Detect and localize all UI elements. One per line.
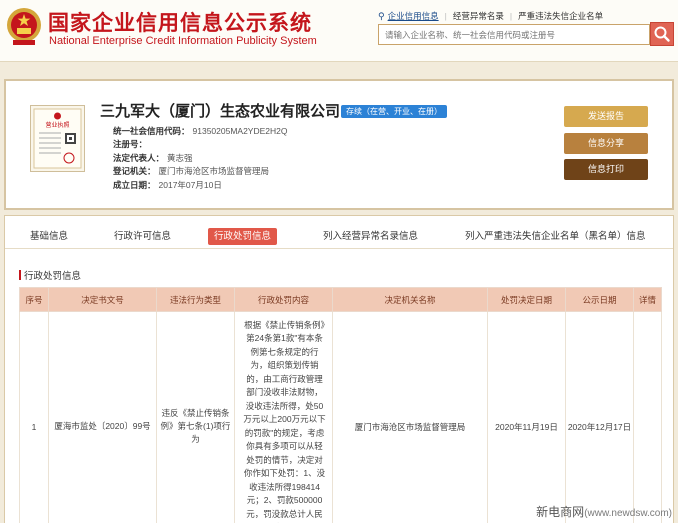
info-reg-no: 注册号： <box>113 139 148 150</box>
cell-decision-date: 2020年11月19日 <box>487 311 566 523</box>
table-header-row: 序号 决定书文号 违法行为类型 行政处罚内容 决定机关名称 处罚决定日期 公示日… <box>19 287 662 312</box>
nav-blacklist[interactable]: 严重违法失信企业名单 <box>518 10 603 22</box>
nav-enterprise-credit[interactable]: 企业信用信息 <box>388 10 439 22</box>
national-emblem-icon <box>7 8 41 45</box>
cell-violation: 违反《禁止传销条例》第七条(1)项行为 <box>156 311 235 523</box>
tab-basic-info[interactable]: 基础信息 <box>24 228 74 245</box>
send-report-button[interactable]: 发送报告 <box>564 106 648 127</box>
cell-detail[interactable] <box>633 311 662 523</box>
search-button[interactable] <box>650 22 674 46</box>
company-info: 统一社会信用代码： 91350205MA2YDE2H2Q 注册号： 法定代表人：… <box>113 124 288 192</box>
info-reg-authority: 登记机关： 厦门市海沧区市场监督管理局 <box>113 166 270 177</box>
tab-license-info[interactable]: 行政许可信息 <box>108 228 177 245</box>
company-name: 三九军大（厦门）生态农业有限公司 <box>100 103 341 120</box>
search-icon: ⚲ <box>378 10 385 21</box>
main-panel: 基础信息 行政许可信息 行政处罚信息 列入经营异常名录信息 列入严重违法失信企业… <box>4 215 674 523</box>
watermark: 新电商网(www.newdsw.com) <box>536 505 672 519</box>
business-license-image[interactable]: 营业执照 <box>30 105 85 172</box>
info-founding-date: 成立日期： 2017年07月10日 <box>113 179 222 190</box>
license-title: 营业执照 <box>45 121 69 129</box>
tab-bar: 基础信息 行政许可信息 行政处罚信息 列入经营异常名录信息 列入严重违法失信企业… <box>5 225 673 249</box>
company-card: 营业执照 三九军大（厦门）生态农业有限公司 存续（在营、开业、在册） 统一社会信… <box>4 79 674 210</box>
print-info-button[interactable]: 信息打印 <box>564 159 648 180</box>
site-subtitle: National Enterprise Credit Information P… <box>49 35 317 47</box>
col-index: 序号 <box>19 287 49 312</box>
license-document-icon: 营业执照 <box>33 108 82 169</box>
col-detail: 详情 <box>633 287 662 312</box>
col-violation: 违法行为类型 <box>156 287 235 312</box>
magnifier-icon <box>654 26 670 42</box>
cell-authority: 厦门市海沧区市场监督管理局 <box>332 311 488 523</box>
info-legal-rep: 法定代表人： 黄志强 <box>113 152 193 163</box>
search-input[interactable] <box>378 24 650 45</box>
tab-abnormal-list[interactable]: 列入经营异常名录信息 <box>317 228 424 245</box>
penalty-table: 序号 决定书文号 违法行为类型 行政处罚内容 决定机关名称 处罚决定日期 公示日… <box>19 287 662 523</box>
nav-abnormal-list[interactable]: 经营异常名录 <box>453 10 504 22</box>
top-nav: ⚲ 企业信用信息 | 经营异常名录 | 严重违法失信企业名单 <box>378 10 604 22</box>
status-badge: 存续（在营、开业、在册） <box>341 105 447 118</box>
info-credit-code: 统一社会信用代码： 91350205MA2YDE2H2Q <box>113 125 288 136</box>
cell-publish-date: 2020年12月17日 <box>565 311 634 523</box>
share-info-button[interactable]: 信息分享 <box>564 133 648 154</box>
table-row: 1 厦海市监处〔2020〕99号 违反《禁止传销条例》第七条(1)项行为 根据《… <box>19 311 662 523</box>
cell-doc-no: 厦海市监处〔2020〕99号 <box>48 311 157 523</box>
col-authority: 决定机关名称 <box>332 287 488 312</box>
col-content: 行政处罚内容 <box>234 287 333 312</box>
col-decision-date: 处罚决定日期 <box>487 287 566 312</box>
cell-content: 根据《禁止传销条例》第24条第1款"有本条例第七条规定的行为，组织策划传销的，由… <box>234 311 333 523</box>
site-header: 国家企业信用信息公示系统 National Enterprise Credit … <box>0 0 678 62</box>
section-title: 行政处罚信息 <box>19 268 81 282</box>
tab-blacklist[interactable]: 列入严重违法失信企业名单（黑名单）信息 <box>459 228 652 245</box>
site-title: 国家企业信用信息公示系统 <box>48 12 312 35</box>
col-doc-no: 决定书文号 <box>48 287 157 312</box>
cell-index: 1 <box>19 311 49 523</box>
tab-penalty-info[interactable]: 行政处罚信息 <box>208 228 278 245</box>
col-publish-date: 公示日期 <box>565 287 634 312</box>
